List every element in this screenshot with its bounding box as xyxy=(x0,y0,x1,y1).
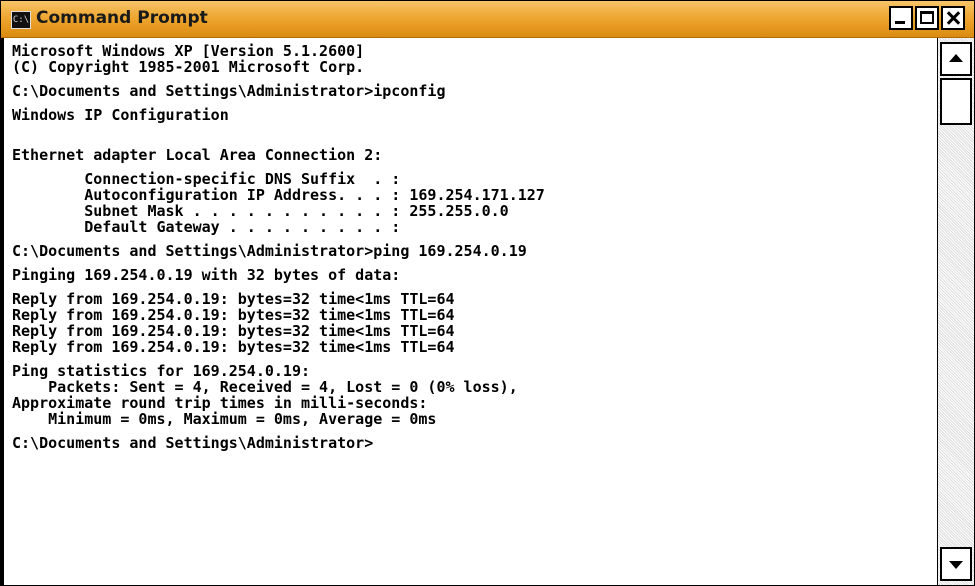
scrollbar-thumb[interactable] xyxy=(940,78,972,125)
console-line: C:\Documents and Settings\Administrator>… xyxy=(12,82,446,100)
console-line: Autoconfiguration IP Address. . . : 169.… xyxy=(12,186,545,204)
console-line: Approximate round trip times in milli-se… xyxy=(12,394,428,412)
maximize-button[interactable] xyxy=(915,6,939,30)
console-app-icon[interactable]: C:\ xyxy=(11,11,31,29)
console-line: Reply from 169.254.0.19: bytes=32 time<1… xyxy=(12,338,455,356)
console-line: Reply from 169.254.0.19: bytes=32 time<1… xyxy=(12,306,455,324)
console-line: Reply from 169.254.0.19: bytes=32 time<1… xyxy=(12,322,455,340)
console-line: C:\Documents and Settings\Administrator>… xyxy=(12,242,527,260)
vertical-scrollbar[interactable] xyxy=(937,38,974,585)
window-title: Command Prompt xyxy=(36,8,208,28)
console-line: Minimum = 0ms, Maximum = 0ms, Average = … xyxy=(12,410,437,428)
close-button[interactable] xyxy=(941,6,965,30)
scroll-down-button[interactable] xyxy=(940,547,972,581)
command-prompt-window: C:\ Command Prompt Microsoft Windows XP … xyxy=(0,0,975,586)
console-line: Ping statistics for 169.254.0.19: xyxy=(12,362,311,380)
console-line: Windows IP Configuration xyxy=(12,106,229,124)
title-bar[interactable]: C:\ Command Prompt xyxy=(1,1,974,38)
console-line: Pinging 169.254.0.19 with 32 bytes of da… xyxy=(12,266,401,284)
scroll-up-button[interactable] xyxy=(940,42,972,76)
console-line: (C) Copyright 1985-2001 Microsoft Corp. xyxy=(12,58,365,76)
console-line: Default Gateway . . . . . . . . . : xyxy=(12,218,401,236)
console-line: Subnet Mask . . . . . . . . . . . : 255.… xyxy=(12,202,509,220)
console-output[interactable]: Microsoft Windows XP [Version 5.1.2600] … xyxy=(1,38,937,585)
console-line: Reply from 169.254.0.19: bytes=32 time<1… xyxy=(12,290,455,308)
console-line: Ethernet adapter Local Area Connection 2… xyxy=(12,146,383,164)
minimize-button[interactable] xyxy=(889,6,913,30)
console-line: Microsoft Windows XP [Version 5.1.2600] xyxy=(12,42,365,60)
console-line: Packets: Sent = 4, Received = 4, Lost = … xyxy=(12,378,518,396)
console-line: Connection-specific DNS Suffix . : xyxy=(12,170,401,188)
console-prompt-line: C:\Documents and Settings\Administrator> xyxy=(12,434,374,452)
